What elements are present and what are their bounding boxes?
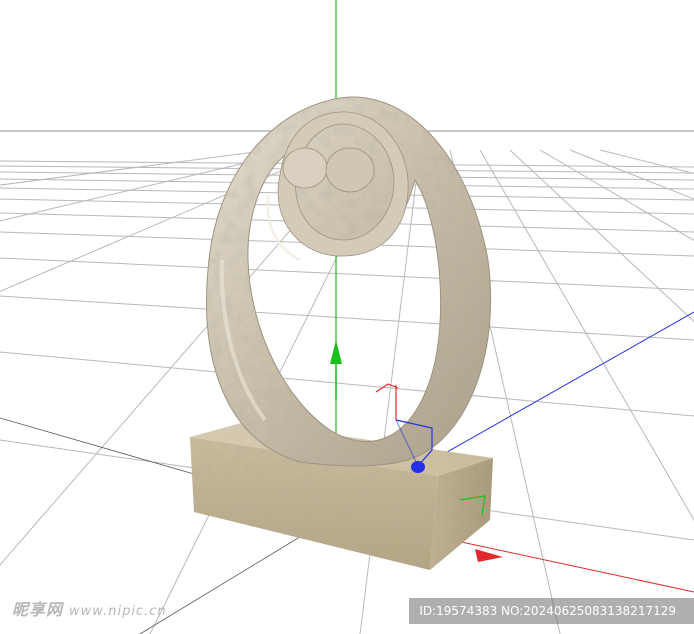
id-badge: ID:19574383 NO:20240625083138217129 (409, 598, 694, 624)
z-axis-handle-icon[interactable] (411, 461, 425, 473)
sculpture-head-right (325, 147, 375, 193)
3d-viewport[interactable]: 昵享网 www.nipic.cn ID:19574383 NO:202406250… (0, 0, 694, 634)
watermark-url: www.nipic.cn (69, 604, 167, 619)
x-axis-arrow-icon[interactable] (475, 549, 503, 562)
sculpture-head-left (282, 147, 328, 189)
y-axis-arrow-icon[interactable] (330, 340, 342, 364)
watermark: 昵享网 www.nipic.cn (12, 596, 167, 620)
watermark-brand: 昵享网 (12, 600, 64, 619)
viewport-scene (0, 0, 694, 634)
